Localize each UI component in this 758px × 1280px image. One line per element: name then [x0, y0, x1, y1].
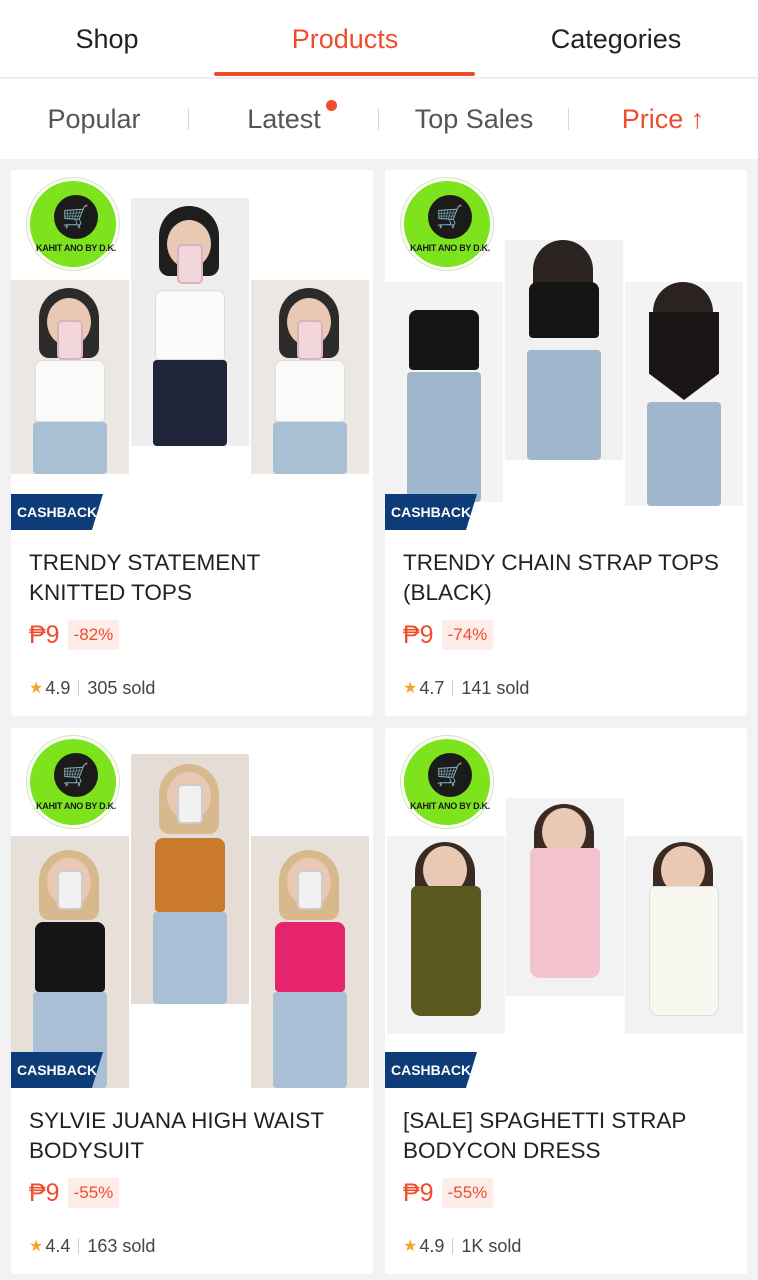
rating: 4.4 — [45, 1235, 71, 1256]
star-icon: ★ — [403, 680, 418, 697]
product-image: 🛒 KAHIT ANO BY D.K. CASHBACK — [11, 170, 373, 534]
active-tab-indicator — [214, 72, 475, 76]
sold-count: 141 sold — [461, 677, 530, 698]
sold-count: 163 sold — [87, 1235, 156, 1256]
price-row: ₱9 -55% — [403, 1176, 494, 1210]
rating: 4.9 — [419, 1235, 445, 1256]
model-photo — [385, 282, 503, 502]
shop-logo: 🛒 KAHIT ANO BY D.K. — [401, 736, 493, 828]
divider — [378, 108, 379, 130]
product-title: [SALE] SPAGHETTI STRAP BODYCON DRESS — [403, 1108, 686, 1163]
rating: 4.7 — [419, 677, 445, 698]
model-photo — [11, 280, 129, 474]
divider — [78, 680, 80, 696]
discount-badge: -55% — [441, 1178, 494, 1208]
rating-row: ★ 4.7 141 sold — [403, 676, 529, 700]
cashback-badge: CASHBACK — [385, 494, 477, 530]
shopping-cart-icon: 🛒 — [428, 753, 472, 797]
rating-row: ★ 4.9 1K sold — [403, 1234, 521, 1258]
divider — [452, 1238, 454, 1254]
model-photo — [505, 240, 623, 460]
model-photo — [11, 836, 129, 1088]
product-card[interactable]: 🛒 KAHIT ANO BY D.K. CASHBACK TRENDY STAT… — [11, 170, 373, 716]
product-image: 🛒 KAHIT ANO BY D.K. CASHBACK — [385, 728, 747, 1092]
rating-row: ★ 4.9 305 sold — [29, 676, 155, 700]
model-photo — [506, 798, 624, 996]
product-card[interactable]: 🛒 KAHIT ANO BY D.K. CASHBACK [SALE] SPAG… — [385, 728, 747, 1274]
sort-popular[interactable]: Popular — [28, 79, 160, 159]
model-photo — [251, 836, 369, 1088]
discount-badge: -55% — [67, 1178, 120, 1208]
product-image: 🛒 KAHIT ANO BY D.K. CASHBACK — [11, 728, 373, 1092]
product-card[interactable]: 🛒 KAHIT ANO BY D.K. CASHBACK TRENDY CHAI… — [385, 170, 747, 716]
shopping-cart-icon: 🛒 — [54, 195, 98, 239]
star-icon: ★ — [403, 1238, 418, 1255]
cashback-badge: CASHBACK — [11, 494, 103, 530]
tab-products[interactable]: Products — [215, 0, 475, 78]
tab-categories[interactable]: Categories — [486, 0, 746, 78]
price: ₱9 — [403, 620, 434, 649]
cashback-badge: CASHBACK — [385, 1052, 477, 1088]
shopping-cart-icon: 🛒 — [54, 753, 98, 797]
model-photo — [625, 282, 743, 506]
price: ₱9 — [403, 1178, 434, 1207]
sort-price[interactable]: Price ↑ — [608, 79, 718, 159]
shopping-cart-icon: 🛒 — [428, 195, 472, 239]
price-row: ₱9 -55% — [29, 1176, 120, 1210]
product-card[interactable]: 🛒 KAHIT ANO BY D.K. CASHBACK SYLVIE JUAN… — [11, 728, 373, 1274]
new-indicator-dot — [326, 100, 337, 111]
top-tab-bar: Shop Products Categories — [0, 0, 758, 78]
divider — [188, 108, 189, 130]
model-photo — [251, 280, 369, 474]
product-image: 🛒 KAHIT ANO BY D.K. CASHBACK — [385, 170, 747, 534]
shop-logo: 🛒 KAHIT ANO BY D.K. — [27, 178, 119, 270]
price-row: ₱9 -74% — [403, 618, 494, 652]
divider — [78, 1238, 80, 1254]
shop-logo: 🛒 KAHIT ANO BY D.K. — [401, 178, 493, 270]
model-photo — [131, 754, 249, 1004]
shop-logo: 🛒 KAHIT ANO BY D.K. — [27, 736, 119, 828]
star-icon: ★ — [29, 1238, 44, 1255]
model-photo — [131, 198, 249, 446]
price: ₱9 — [29, 1178, 60, 1207]
sold-count: 1K sold — [461, 1235, 522, 1256]
rating: 4.9 — [45, 677, 71, 698]
rating-row: ★ 4.4 163 sold — [29, 1234, 155, 1258]
discount-badge: -74% — [441, 620, 494, 650]
price-row: ₱9 -82% — [29, 618, 120, 652]
model-photo — [625, 836, 743, 1034]
sort-latest[interactable]: Latest — [232, 79, 336, 159]
discount-badge: -82% — [67, 620, 120, 650]
sort-bar: Popular Latest Top Sales Price ↑ — [0, 79, 758, 159]
product-title: TRENDY STATEMENT KNITTED TOPS — [29, 550, 260, 605]
sold-count: 305 sold — [87, 677, 156, 698]
tab-shop[interactable]: Shop — [0, 0, 237, 78]
divider — [452, 680, 454, 696]
product-title: SYLVIE JUANA HIGH WAIST BODYSUIT — [29, 1108, 324, 1163]
price: ₱9 — [29, 620, 60, 649]
sort-top-sales[interactable]: Top Sales — [406, 79, 542, 159]
model-photo — [387, 836, 505, 1034]
divider — [568, 108, 569, 130]
cashback-badge: CASHBACK — [11, 1052, 103, 1088]
product-title: TRENDY CHAIN STRAP TOPS (BLACK) — [403, 550, 719, 605]
star-icon: ★ — [29, 680, 44, 697]
